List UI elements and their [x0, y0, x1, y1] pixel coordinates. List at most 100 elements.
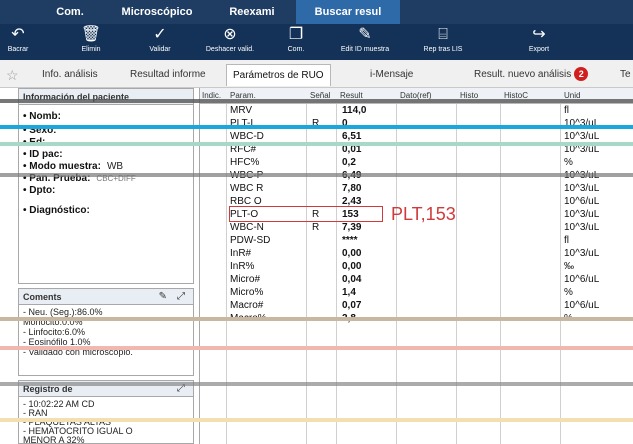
unit-cell: 10^6/uL: [564, 196, 600, 207]
toolbar: ↶ Bacrar 🗑 Elimin ✓ Validar ⊗ Deshacer v…: [0, 24, 633, 60]
comments-header: Coments ✎ ⤢: [19, 289, 193, 305]
comment-line: - Linfocito:6.0%: [23, 327, 86, 337]
plt-annotation: PLT,153: [391, 204, 456, 224]
param-cell: InR#: [230, 248, 252, 259]
patient-info-panel: Información del paciente • Nomb: • Sexo:…: [18, 88, 194, 284]
scan-streak: [0, 346, 633, 350]
lis-icon: ⌸: [438, 26, 448, 43]
table-row[interactable]: MRV 114,0 fl: [200, 104, 633, 117]
star-icon[interactable]: ☆: [6, 64, 19, 86]
tab-com[interactable]: Com.: [40, 0, 100, 24]
diagnosis-label: Diagnóstico:: [29, 205, 90, 216]
unit-cell: %: [564, 157, 573, 168]
table-row[interactable]: PDW-SD **** fl: [200, 234, 633, 247]
deshacer-valid-label: Deshacer valid.: [205, 46, 255, 53]
result-cell: 0,00: [342, 261, 362, 272]
result-cell: 1,4: [342, 287, 356, 298]
scan-streak: [0, 382, 633, 386]
com-button[interactable]: ❐ Com.: [276, 24, 316, 60]
export-icon: ↪: [532, 26, 546, 43]
unit-cell: 10^3/uL: [564, 248, 600, 259]
flag-cell: R: [312, 222, 320, 233]
validar-label: Validar: [149, 46, 171, 53]
comments-panel: Coments ✎ ⤢ - Neu. (Seg.):86.0% Monocito…: [18, 288, 194, 376]
deshacer-valid-button[interactable]: ⊗ Deshacer valid.: [196, 24, 264, 60]
unit-cell: %: [564, 287, 573, 298]
tab-buscar-resul[interactable]: Buscar resul: [296, 0, 400, 24]
tab-i-mensaje[interactable]: i-Mensaje: [370, 64, 413, 86]
table-row[interactable]: Micro% 1,4%: [200, 286, 633, 299]
result-cell: 114,0: [342, 105, 367, 116]
param-cell: WBC R: [230, 183, 264, 194]
record-line: MENOR A 32%: [23, 435, 85, 444]
unit-cell: 10^6/uL: [564, 274, 600, 285]
result-cell: ****: [342, 235, 358, 246]
comments-title: Coments: [23, 292, 62, 302]
tab-info-analisis[interactable]: Info. análisis: [42, 64, 98, 86]
communicate-icon: ❐: [288, 26, 304, 43]
tab-reexami[interactable]: Reexami: [212, 0, 292, 24]
department-label: Dpto:: [29, 185, 56, 196]
department-field: • Dpto:: [23, 185, 56, 196]
result-cell: 7,39: [342, 222, 362, 233]
eliminar-button[interactable]: 🗑 Elimin: [66, 24, 116, 60]
sample-mode-field: • Modo muestra: WB: [23, 161, 124, 172]
scan-streak: [0, 99, 633, 103]
unit-cell: fl: [564, 105, 569, 116]
expand-comment-icon[interactable]: ⤢: [177, 289, 185, 305]
result-cell: 0,2: [342, 157, 356, 168]
edit-comment-icon[interactable]: ✎: [159, 289, 167, 305]
export-label: Export: [528, 46, 550, 53]
unit-cell: 10^3/uL: [564, 209, 600, 220]
param-cell: Micro%: [230, 287, 264, 298]
patient-id-label: ID pac:: [29, 149, 63, 160]
param-cell: HFC%: [230, 157, 260, 168]
param-cell: InR%: [230, 261, 255, 272]
table-row[interactable]: HFC% 0,2%: [200, 156, 633, 169]
eliminar-label: Elimin: [81, 46, 101, 53]
comment-line: - Neu. (Seg.):86.0%: [23, 307, 103, 317]
unit-cell: 10^3/uL: [564, 222, 600, 233]
plt-highlight-box: [229, 206, 383, 222]
param-cell: WBC-N: [230, 222, 264, 233]
scan-streak: [0, 317, 633, 321]
result-sub-tabs: ☆ Info. análisis Resultad informe Paráme…: [0, 60, 633, 88]
table-row[interactable]: InR# 0,00 10^3/uL: [200, 247, 633, 260]
tab-result-nuevo-analisis[interactable]: Result. nuevo análisis 2: [474, 64, 589, 86]
undo-validate-icon: ⊗: [223, 26, 237, 43]
table-row[interactable]: InR% 0,00 ‰: [200, 260, 633, 273]
record-panel: Registro de ⤢ - 10:02:22 AM CD - RAN - P…: [18, 380, 194, 444]
tab-resultad-informe[interactable]: Resultad informe: [130, 64, 206, 86]
patient-name-field: • Nomb:: [23, 111, 61, 122]
tab-microscopico[interactable]: Microscópico: [112, 0, 202, 24]
tab-parametros-ruo[interactable]: Parámetros de RUO: [226, 64, 331, 86]
top-tab-bar: Com. Microscópico Reexami Buscar resul: [0, 0, 633, 24]
table-row[interactable]: Macro# 0,07 10^6/uL: [200, 299, 633, 312]
scan-streak: [0, 418, 633, 422]
edit-id-muestra-button[interactable]: ✎ Edit ID muestra: [326, 24, 404, 60]
scan-streak: [0, 173, 633, 177]
table-row[interactable]: Micro# 0,04 10^6/uL: [200, 273, 633, 286]
bacrar-button[interactable]: ↶ Bacrar: [0, 24, 36, 60]
rep-tras-lis-button[interactable]: ⌸ Rep tras LIS: [412, 24, 474, 60]
unit-cell: 10^6/uL: [564, 300, 600, 311]
table-row[interactable]: WBC R 7,80 10^3/uL: [200, 182, 633, 195]
scan-streak: [0, 142, 633, 146]
diagnosis-field: • Diagnóstico:: [23, 205, 90, 216]
undo-icon: ↶: [11, 26, 25, 43]
rep-tras-lis-label: Rep tras LIS: [423, 46, 463, 53]
sample-mode-label: Modo muestra:: [29, 161, 101, 172]
param-cell: Macro#: [230, 300, 264, 311]
tab-truncated[interactable]: Te: [620, 64, 631, 86]
patient-name-label: Nomb:: [29, 111, 61, 122]
scan-streak: [0, 125, 633, 129]
unit-cell: ‰: [564, 261, 574, 272]
export-button[interactable]: ↪ Export: [516, 24, 562, 60]
validar-button[interactable]: ✓ Validar: [136, 24, 184, 60]
unit-cell: fl: [564, 235, 569, 246]
patient-id-field: • ID pac:: [23, 149, 63, 160]
edit-id-icon: ✎: [358, 26, 372, 43]
param-cell: Micro#: [230, 274, 261, 285]
result-cell: 0,00: [342, 248, 362, 259]
trash-icon: 🗑: [80, 26, 102, 43]
